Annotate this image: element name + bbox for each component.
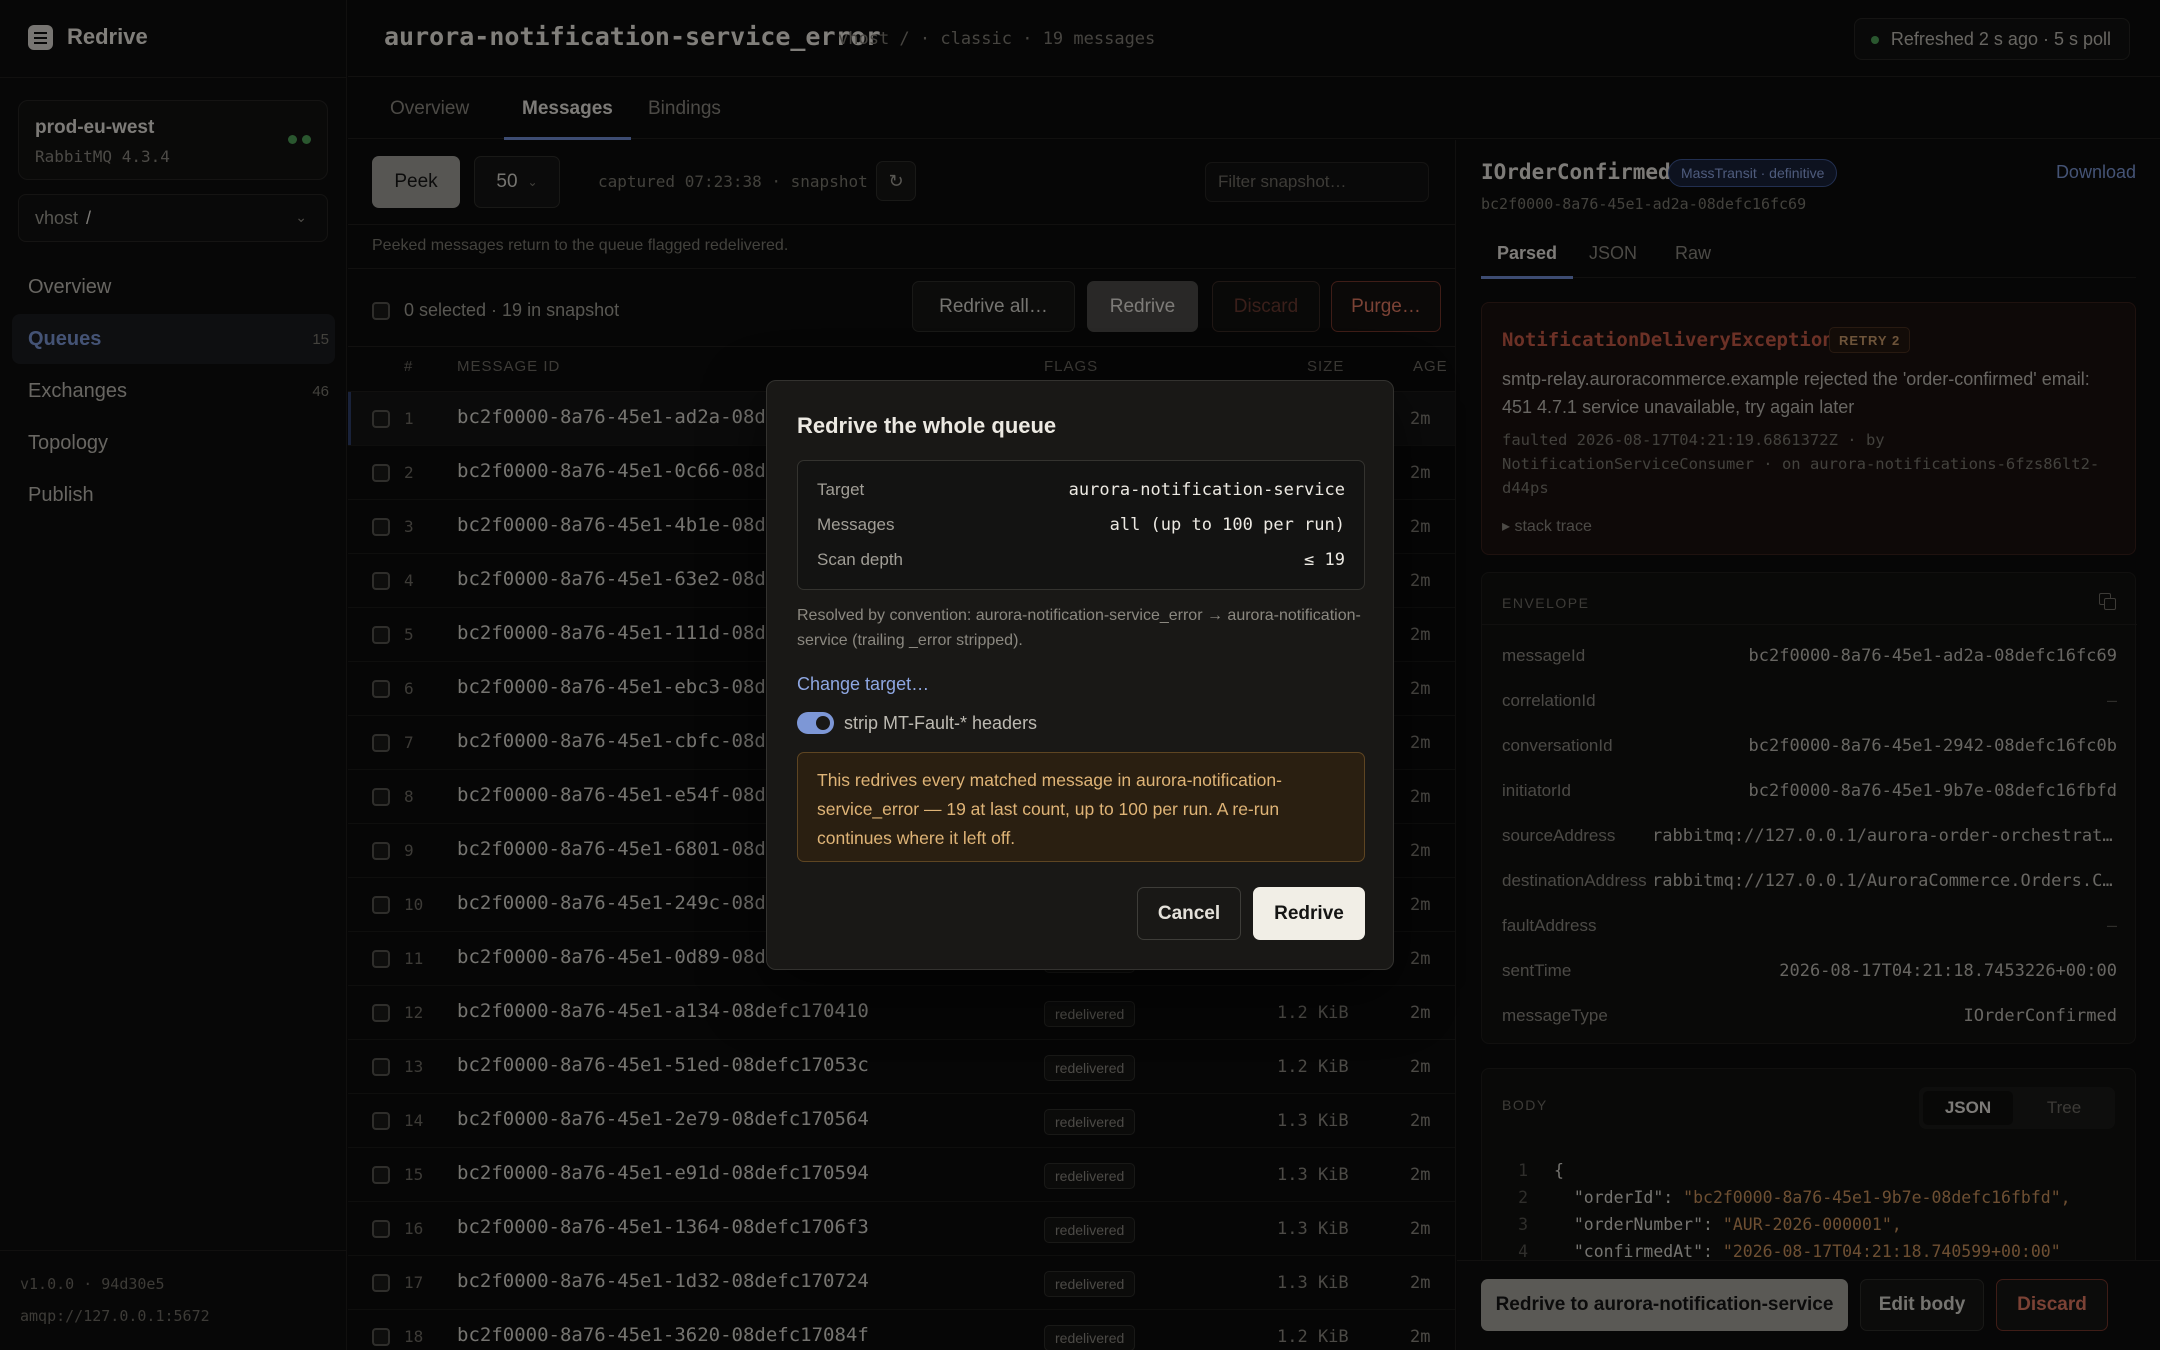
- redrive-summary: Target aurora-notification-service Messa…: [797, 460, 1365, 590]
- summary-key: Messages: [817, 515, 895, 534]
- summary-value: ≤ 19: [1304, 550, 1345, 570]
- summary-row-messages: Messages all (up to 100 per run): [817, 511, 1345, 541]
- summary-row-target: Target aurora-notification-service: [817, 476, 1345, 506]
- strip-headers-label: strip MT-Fault-* headers: [844, 712, 1038, 733]
- cancel-button[interactable]: Cancel: [1137, 887, 1241, 940]
- summary-key: Target: [817, 480, 865, 499]
- strip-headers-toggle[interactable]: [797, 712, 834, 734]
- dialog-title: Redrive the whole queue: [797, 413, 1057, 438]
- strip-headers-option: strip MT-Fault-* headers: [797, 712, 1037, 734]
- summary-key: Scan depth: [817, 550, 904, 569]
- confirm-redrive-button[interactable]: Redrive: [1253, 887, 1365, 940]
- summary-value: aurora-notification-service: [1068, 480, 1345, 500]
- change-target-link[interactable]: Change target…: [797, 674, 929, 695]
- redrive-dialog: Redrive the whole queue Target aurora-no…: [766, 380, 1394, 970]
- summary-row-scan-depth: Scan depth ≤ 19: [817, 546, 1345, 576]
- summary-value: all (up to 100 per run): [1109, 515, 1345, 535]
- redrive-warning: This redrives every matched message in a…: [797, 752, 1365, 862]
- target-resolution-note: Resolved by convention: aurora-notificat…: [797, 607, 1361, 649]
